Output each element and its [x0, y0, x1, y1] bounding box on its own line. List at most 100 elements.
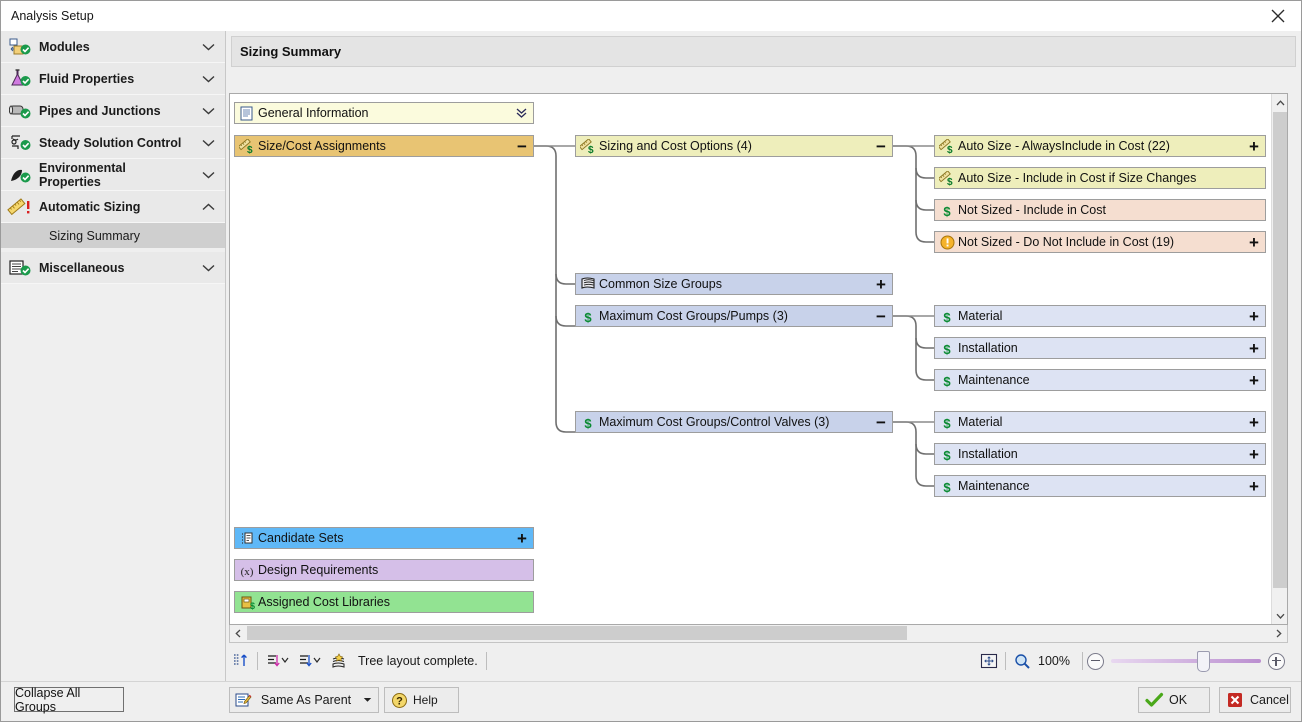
- status-message: Tree layout complete.: [358, 654, 478, 668]
- scroll-left-icon[interactable]: [230, 625, 246, 641]
- tree-node-candidate-sets[interactable]: Candidate Sets +: [234, 527, 534, 549]
- page-title: Sizing Summary: [240, 44, 341, 59]
- sidebar-item-label: Automatic Sizing: [39, 200, 191, 214]
- tree-node-label: Maintenance: [957, 479, 1243, 493]
- same-as-parent-dropdown[interactable]: Same As Parent: [229, 687, 379, 713]
- tree-node-design-requirements[interactable]: (x) Design Requirements: [234, 559, 534, 581]
- scroll-up-icon[interactable]: [1272, 94, 1288, 111]
- warning-icon: [937, 232, 957, 252]
- dollar-icon: $: [578, 306, 598, 326]
- chevron-down-icon[interactable]: [191, 95, 225, 127]
- collapse-toggle[interactable]: −: [870, 306, 892, 326]
- sidebar-item-label: Steady Solution Control: [39, 136, 191, 150]
- svg-text:(x): (x): [241, 566, 254, 578]
- sidebar-item-pipes-and-junctions[interactable]: Pipes and Junctions: [1, 95, 225, 127]
- chevron-down-icon[interactable]: [191, 252, 225, 284]
- expand-toggle[interactable]: +: [1243, 232, 1265, 252]
- tree-node-pumps-maintenance[interactable]: $ Maintenance +: [934, 369, 1266, 391]
- scroll-down-icon[interactable]: [1272, 607, 1288, 624]
- expand-toggle[interactable]: +: [870, 274, 892, 294]
- tree-node-sizing-and-cost-options[interactable]: $ Sizing and Cost Options (4) −: [575, 135, 893, 157]
- expand-toggle[interactable]: +: [1243, 412, 1265, 432]
- tree-node-pumps-installation[interactable]: $ Installation +: [934, 337, 1266, 359]
- sort-blue-icon[interactable]: [294, 650, 326, 672]
- expand-toggle[interactable]: +: [1243, 370, 1265, 390]
- zoom-out-icon[interactable]: [1087, 653, 1104, 670]
- expand-toggle[interactable]: +: [511, 528, 533, 548]
- stack-icon: [578, 274, 598, 294]
- tree-node-label: Not Sized - Include in Cost: [957, 203, 1243, 217]
- edit-note-icon: [230, 692, 256, 708]
- tree-node-general-information[interactable]: General Information: [234, 102, 534, 124]
- scroll-right-icon[interactable]: [1271, 625, 1287, 641]
- sidebar-item-modules[interactable]: Modules: [1, 31, 225, 63]
- zoom-slider-thumb[interactable]: [1197, 651, 1210, 672]
- expand-toggle[interactable]: +: [1243, 306, 1265, 326]
- tree-node-maximum-cost-groups-pumps[interactable]: $ Maximum Cost Groups/Pumps (3) −: [575, 305, 893, 327]
- tree-node-label: General Information: [257, 106, 509, 120]
- flask-icon: [1, 63, 39, 95]
- sidebar-item-sizing-summary[interactable]: Sizing Summary: [1, 223, 225, 248]
- expand-toggle[interactable]: +: [1243, 476, 1265, 496]
- tree-node-valves-material[interactable]: $ Material +: [934, 411, 1266, 433]
- svg-text:$: $: [943, 374, 951, 388]
- svg-text:$: $: [943, 310, 951, 324]
- chevron-down-icon[interactable]: [191, 159, 225, 191]
- tree-node-auto-size-include-if-size-changes[interactable]: $ Auto Size - Include in Cost if Size Ch…: [934, 167, 1266, 189]
- sidebar-item-fluid-properties[interactable]: Fluid Properties: [1, 63, 225, 95]
- toolbar-separator: [257, 652, 258, 670]
- close-icon[interactable]: [1255, 1, 1301, 31]
- expand-toggle[interactable]: +: [1243, 444, 1265, 464]
- zoom-in-icon[interactable]: [1268, 653, 1285, 670]
- collapse-toggle[interactable]: −: [511, 136, 533, 156]
- ok-button[interactable]: OK: [1138, 687, 1210, 713]
- tree-node-maximum-cost-groups-control-valves[interactable]: $ Maximum Cost Groups/Control Valves (3)…: [575, 411, 893, 433]
- help-button[interactable]: ? Help: [384, 687, 459, 713]
- tree-layout-icon[interactable]: [229, 650, 253, 672]
- tree-node-size-cost-assignments[interactable]: $ Size/Cost Assignments −: [234, 135, 534, 157]
- chevron-down-icon[interactable]: [191, 31, 225, 63]
- print-icon[interactable]: [326, 650, 350, 672]
- cancel-button[interactable]: Cancel: [1219, 687, 1291, 713]
- collapse-toggle[interactable]: −: [870, 136, 892, 156]
- fit-to-window-icon[interactable]: [977, 650, 1001, 672]
- chevron-double-down-icon[interactable]: [509, 107, 533, 119]
- sort-magenta-icon[interactable]: [262, 650, 294, 672]
- expand-toggle[interactable]: +: [1243, 338, 1265, 358]
- vertical-scrollbar[interactable]: [1271, 94, 1287, 624]
- dollar-icon: $: [937, 476, 957, 496]
- sidebar-item-automatic-sizing[interactable]: Automatic Sizing: [1, 191, 225, 223]
- tree-node-common-size-groups[interactable]: Common Size Groups +: [575, 273, 893, 295]
- sidebar-item-environmental-properties[interactable]: Environmental Properties: [1, 159, 225, 191]
- tree-canvas[interactable]: General Information $ Size/Cost Assignme…: [229, 93, 1288, 625]
- tree-node-not-sized-do-not-include[interactable]: Not Sized - Do Not Include in Cost (19) …: [934, 231, 1266, 253]
- tree-node-valves-maintenance[interactable]: $ Maintenance +: [934, 475, 1266, 497]
- tree-node-label: Installation: [957, 447, 1243, 461]
- vertical-scrollbar-thumb[interactable]: [1273, 112, 1287, 588]
- sidebar-item-label: Miscellaneous: [39, 261, 191, 275]
- sidebar-item-miscellaneous[interactable]: Miscellaneous: [1, 252, 225, 284]
- svg-text:$: $: [584, 416, 592, 430]
- horizontal-scrollbar-thumb[interactable]: [247, 626, 907, 640]
- chevron-up-icon[interactable]: [191, 191, 225, 223]
- chevron-down-icon[interactable]: [191, 63, 225, 95]
- dollar-icon: $: [937, 306, 957, 326]
- chevron-down-icon[interactable]: [191, 127, 225, 159]
- tree-node-valves-installation[interactable]: $ Installation +: [934, 443, 1266, 465]
- zoom-slider[interactable]: [1111, 659, 1261, 663]
- tree-node-assigned-cost-libraries[interactable]: $ Assigned Cost Libraries: [234, 591, 534, 613]
- horizontal-scrollbar[interactable]: [229, 625, 1288, 643]
- tree-node-not-sized-include-in-cost[interactable]: $ Not Sized - Include in Cost: [934, 199, 1266, 221]
- tree-node-label: Size/Cost Assignments: [257, 139, 511, 153]
- analysis-setup-window: Analysis Setup Modules: [0, 0, 1302, 722]
- collapse-all-groups-button[interactable]: Collapse All Groups: [14, 687, 124, 712]
- sidebar-item-label: Modules: [39, 40, 191, 54]
- tree-node-pumps-material[interactable]: $ Material +: [934, 305, 1266, 327]
- chevron-down-icon[interactable]: [356, 697, 378, 703]
- expand-toggle[interactable]: +: [1243, 136, 1265, 156]
- sidebar-item-steady-solution-control[interactable]: Steady Solution Control: [1, 127, 225, 159]
- tree-node-label: Maximum Cost Groups/Control Valves (3): [598, 415, 870, 429]
- sidebar-item-label: Fluid Properties: [39, 72, 191, 86]
- tree-node-auto-size-always-include[interactable]: $ Auto Size - AlwaysInclude in Cost (22)…: [934, 135, 1266, 157]
- collapse-toggle[interactable]: −: [870, 412, 892, 432]
